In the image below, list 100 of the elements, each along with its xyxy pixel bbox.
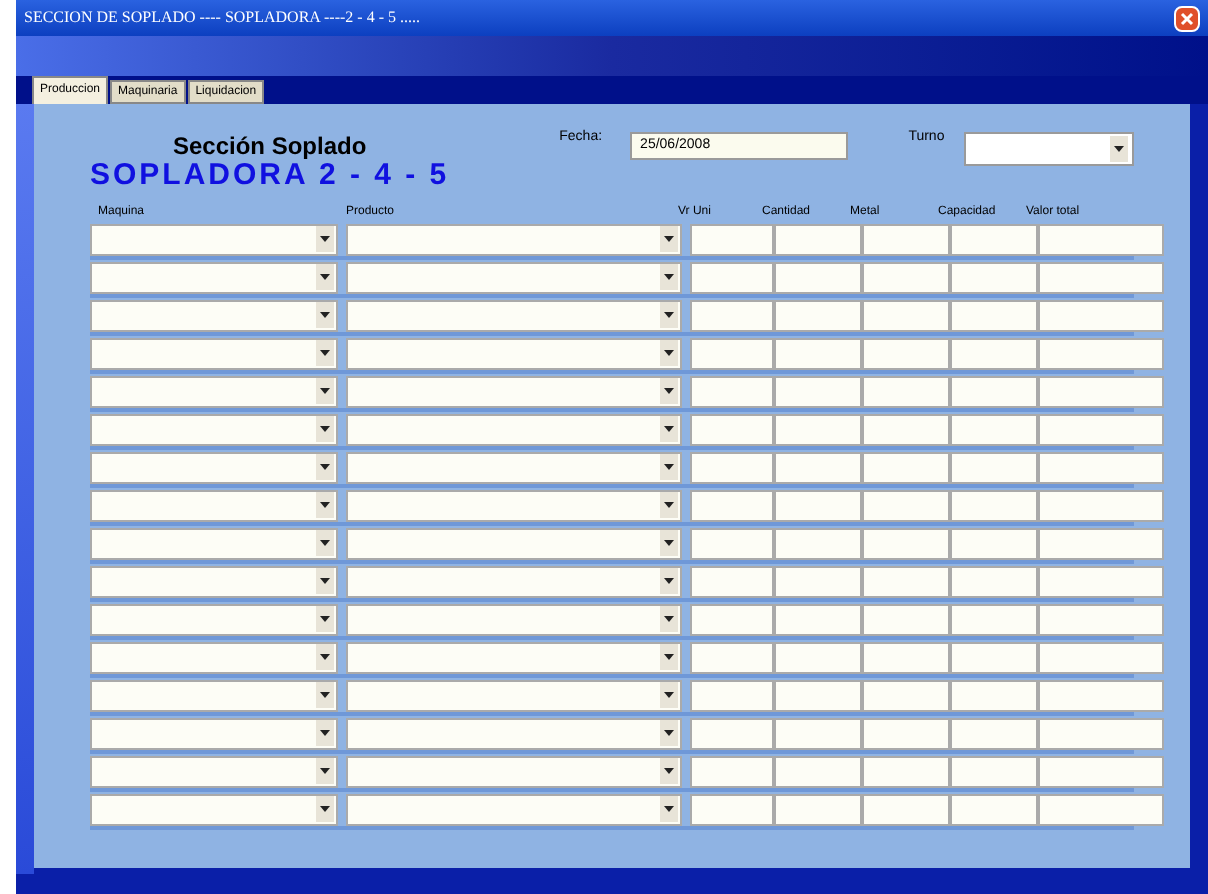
input-field[interactable] (862, 755, 950, 787)
combo-box[interactable] (90, 375, 338, 407)
input-field[interactable] (774, 755, 862, 787)
combo-box[interactable] (90, 793, 338, 825)
input-field[interactable] (1038, 527, 1164, 559)
combo-box[interactable] (90, 489, 338, 521)
input-field[interactable] (862, 565, 950, 597)
input-field[interactable] (690, 717, 774, 749)
input-field[interactable] (950, 489, 1038, 521)
input-field[interactable] (862, 489, 950, 521)
combo-box[interactable] (90, 223, 338, 255)
input-field[interactable] (950, 717, 1038, 749)
input-field[interactable] (774, 299, 862, 331)
input-field[interactable] (690, 603, 774, 635)
combo-box[interactable] (346, 261, 682, 293)
combo-box[interactable] (90, 527, 338, 559)
input-field[interactable] (862, 223, 950, 255)
combo-box[interactable] (346, 299, 682, 331)
input-field[interactable] (862, 603, 950, 635)
input-field[interactable] (950, 679, 1038, 711)
input-field[interactable] (862, 261, 950, 293)
input-field[interactable] (774, 793, 862, 825)
input-field[interactable] (950, 413, 1038, 445)
input-field[interactable] (862, 451, 950, 483)
input-field[interactable] (774, 413, 862, 445)
combo-box[interactable] (346, 603, 682, 635)
input-field[interactable] (950, 223, 1038, 255)
input-field[interactable] (774, 603, 862, 635)
combo-box[interactable] (346, 451, 682, 483)
input-field[interactable] (774, 261, 862, 293)
input-field[interactable] (690, 565, 774, 597)
combo-box[interactable] (90, 413, 338, 445)
input-field[interactable] (1038, 755, 1164, 787)
input-field[interactable] (1038, 413, 1164, 445)
input-field[interactable] (690, 413, 774, 445)
shift-dropdown[interactable] (964, 132, 1134, 166)
combo-box[interactable] (346, 755, 682, 787)
input-field[interactable] (774, 375, 862, 407)
combo-box[interactable] (90, 679, 338, 711)
input-field[interactable] (774, 223, 862, 255)
input-field[interactable] (862, 337, 950, 369)
input-field[interactable] (862, 717, 950, 749)
input-field[interactable] (690, 337, 774, 369)
input-field[interactable] (1038, 489, 1164, 521)
input-field[interactable] (1038, 337, 1164, 369)
combo-box[interactable] (90, 261, 338, 293)
combo-box[interactable] (346, 223, 682, 255)
input-field[interactable] (690, 299, 774, 331)
combo-box[interactable] (346, 565, 682, 597)
input-field[interactable] (690, 451, 774, 483)
input-field[interactable] (774, 641, 862, 673)
input-field[interactable] (774, 451, 862, 483)
input-field[interactable] (1038, 299, 1164, 331)
input-field[interactable] (1038, 565, 1164, 597)
combo-box[interactable] (346, 641, 682, 673)
combo-box[interactable] (346, 413, 682, 445)
input-field[interactable] (1038, 451, 1164, 483)
combo-box[interactable] (90, 641, 338, 673)
combo-box[interactable] (346, 717, 682, 749)
input-field[interactable] (690, 527, 774, 559)
input-field[interactable] (774, 679, 862, 711)
input-field[interactable] (950, 641, 1038, 673)
input-field[interactable] (1038, 793, 1164, 825)
input-field[interactable] (950, 261, 1038, 293)
combo-box[interactable] (90, 451, 338, 483)
combo-box[interactable] (346, 375, 682, 407)
input-field[interactable] (950, 451, 1038, 483)
combo-box[interactable] (346, 489, 682, 521)
input-field[interactable] (862, 679, 950, 711)
combo-box[interactable] (90, 299, 338, 331)
combo-box[interactable] (346, 527, 682, 559)
input-field[interactable] (862, 527, 950, 559)
input-field[interactable] (950, 337, 1038, 369)
input-field[interactable] (774, 527, 862, 559)
input-field[interactable] (862, 793, 950, 825)
input-field[interactable] (862, 413, 950, 445)
input-field[interactable] (690, 641, 774, 673)
input-field[interactable] (950, 565, 1038, 597)
combo-box[interactable] (346, 679, 682, 711)
input-field[interactable] (862, 299, 950, 331)
input-field[interactable] (950, 299, 1038, 331)
input-field[interactable] (690, 679, 774, 711)
combo-box[interactable] (346, 793, 682, 825)
input-field[interactable] (774, 565, 862, 597)
combo-box[interactable] (90, 565, 338, 597)
input-field[interactable] (1038, 261, 1164, 293)
input-field[interactable] (690, 261, 774, 293)
input-field[interactable] (950, 603, 1038, 635)
combo-box[interactable] (90, 337, 338, 369)
input-field[interactable] (950, 527, 1038, 559)
input-field[interactable] (690, 793, 774, 825)
input-field[interactable] (1038, 717, 1164, 749)
input-field[interactable] (1038, 679, 1164, 711)
input-field[interactable] (1038, 375, 1164, 407)
combo-box[interactable] (346, 337, 682, 369)
combo-box[interactable] (90, 717, 338, 749)
combo-box[interactable] (90, 755, 338, 787)
input-field[interactable] (862, 641, 950, 673)
input-field[interactable] (690, 489, 774, 521)
input-field[interactable] (774, 717, 862, 749)
